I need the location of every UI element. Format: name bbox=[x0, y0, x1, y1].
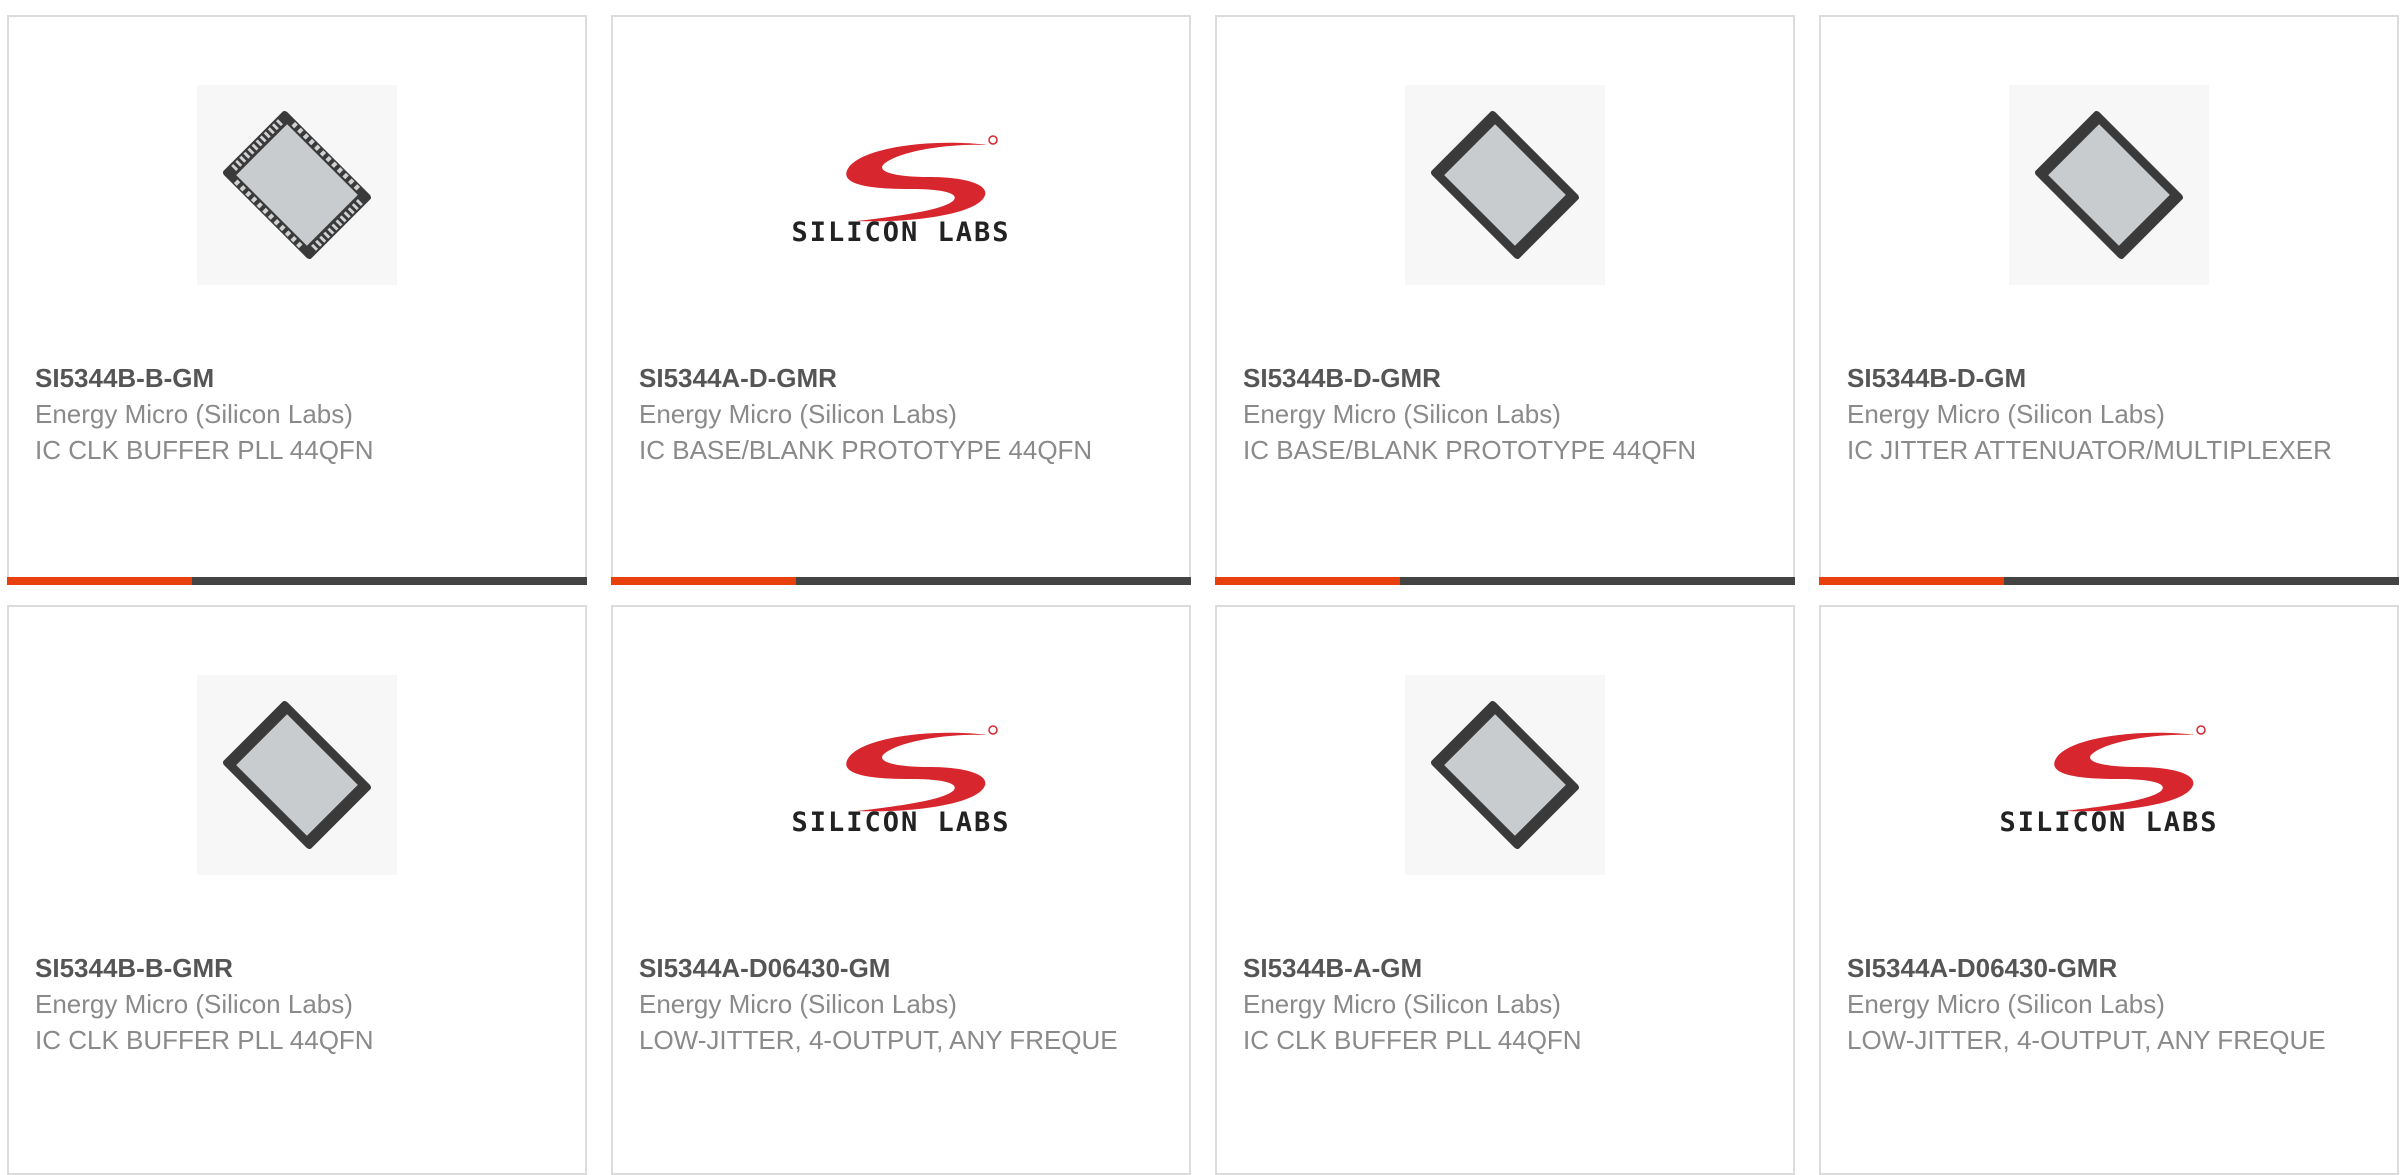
card-accent-bar bbox=[1819, 577, 2399, 585]
manufacturer: Energy Micro (Silicon Labs) bbox=[1243, 989, 1561, 1019]
product-card[interactable]: SILICON LABS SI5344A-D-GMR Energy Micro … bbox=[611, 15, 1191, 585]
qfn-chip-icon bbox=[197, 675, 397, 875]
qfn-chip-icon bbox=[1405, 85, 1605, 285]
silicon-labs-logo: SILICON LABS bbox=[791, 135, 1010, 245]
description: LOW-JITTER, 4-OUTPUT, ANY FREQUE bbox=[1847, 1025, 2326, 1055]
description: IC BASE/BLANK PROTOTYPE 44QFN bbox=[1243, 435, 1697, 465]
svg-text:SILICON LABS: SILICON LABS bbox=[1999, 807, 2218, 835]
part-number[interactable]: SI5344A-D06430-GM bbox=[639, 950, 1163, 986]
product-card[interactable]: SI5344B-D-GMR Energy Micro (Silicon Labs… bbox=[1215, 15, 1795, 585]
product-image: SILICON LABS bbox=[613, 85, 1189, 285]
description: IC CLK BUFFER PLL 44QFN bbox=[35, 1025, 374, 1055]
product-card[interactable]: SI5344B-A-GM Energy Micro (Silicon Labs)… bbox=[1215, 605, 1795, 1175]
part-number[interactable]: SI5344B-B-GM bbox=[35, 360, 559, 396]
qfn-chip-icon bbox=[197, 85, 397, 285]
product-grid: SI5344B-B-GM Energy Micro (Silicon Labs)… bbox=[7, 15, 2400, 1175]
manufacturer: Energy Micro (Silicon Labs) bbox=[1847, 399, 2165, 429]
manufacturer: Energy Micro (Silicon Labs) bbox=[35, 989, 353, 1019]
part-number[interactable]: SI5344B-D-GMR bbox=[1243, 360, 1767, 396]
product-card[interactable]: SI5344B-B-GMR Energy Micro (Silicon Labs… bbox=[7, 605, 587, 1175]
silicon-labs-logo: SILICON LABS bbox=[791, 725, 1010, 835]
part-number[interactable]: SI5344B-D-GM bbox=[1847, 360, 2371, 396]
description: IC CLK BUFFER PLL 44QFN bbox=[1243, 1025, 1582, 1055]
product-image: SILICON LABS bbox=[613, 675, 1189, 875]
product-card[interactable]: SI5344B-D-GM Energy Micro (Silicon Labs)… bbox=[1819, 15, 2399, 585]
description: IC JITTER ATTENUATOR/MULTIPLEXER bbox=[1847, 435, 2332, 465]
part-number[interactable]: SI5344B-A-GM bbox=[1243, 950, 1767, 986]
card-accent-bar bbox=[611, 577, 1191, 585]
part-number[interactable]: SI5344A-D06430-GMR bbox=[1847, 950, 2371, 986]
qfn-chip-icon bbox=[1405, 675, 1605, 875]
manufacturer: Energy Micro (Silicon Labs) bbox=[1243, 399, 1561, 429]
product-image bbox=[1821, 85, 2397, 285]
product-image: SILICON LABS bbox=[1821, 675, 2397, 875]
svg-text:SILICON LABS: SILICON LABS bbox=[791, 807, 1010, 835]
svg-text:SILICON LABS: SILICON LABS bbox=[791, 217, 1010, 245]
product-image bbox=[9, 675, 585, 875]
card-accent-bar bbox=[7, 577, 587, 585]
product-image bbox=[9, 85, 585, 285]
description: LOW-JITTER, 4-OUTPUT, ANY FREQUE bbox=[639, 1025, 1118, 1055]
manufacturer: Energy Micro (Silicon Labs) bbox=[639, 989, 957, 1019]
manufacturer: Energy Micro (Silicon Labs) bbox=[35, 399, 353, 429]
product-card[interactable]: SI5344B-B-GM Energy Micro (Silicon Labs)… bbox=[7, 15, 587, 585]
product-card[interactable]: SILICON LABS SI5344A-D06430-GM Energy Mi… bbox=[611, 605, 1191, 1175]
product-image bbox=[1217, 85, 1793, 285]
manufacturer: Energy Micro (Silicon Labs) bbox=[639, 399, 957, 429]
product-card[interactable]: SILICON LABS SI5344A-D06430-GMR Energy M… bbox=[1819, 605, 2399, 1175]
silicon-labs-logo: SILICON LABS bbox=[1999, 725, 2218, 835]
description: IC BASE/BLANK PROTOTYPE 44QFN bbox=[639, 435, 1093, 465]
part-number[interactable]: SI5344B-B-GMR bbox=[35, 950, 559, 986]
part-number[interactable]: SI5344A-D-GMR bbox=[639, 360, 1163, 396]
manufacturer: Energy Micro (Silicon Labs) bbox=[1847, 989, 2165, 1019]
card-accent-bar bbox=[1215, 577, 1795, 585]
product-image bbox=[1217, 675, 1793, 875]
qfn-chip-icon bbox=[2009, 85, 2209, 285]
description: IC CLK BUFFER PLL 44QFN bbox=[35, 435, 374, 465]
